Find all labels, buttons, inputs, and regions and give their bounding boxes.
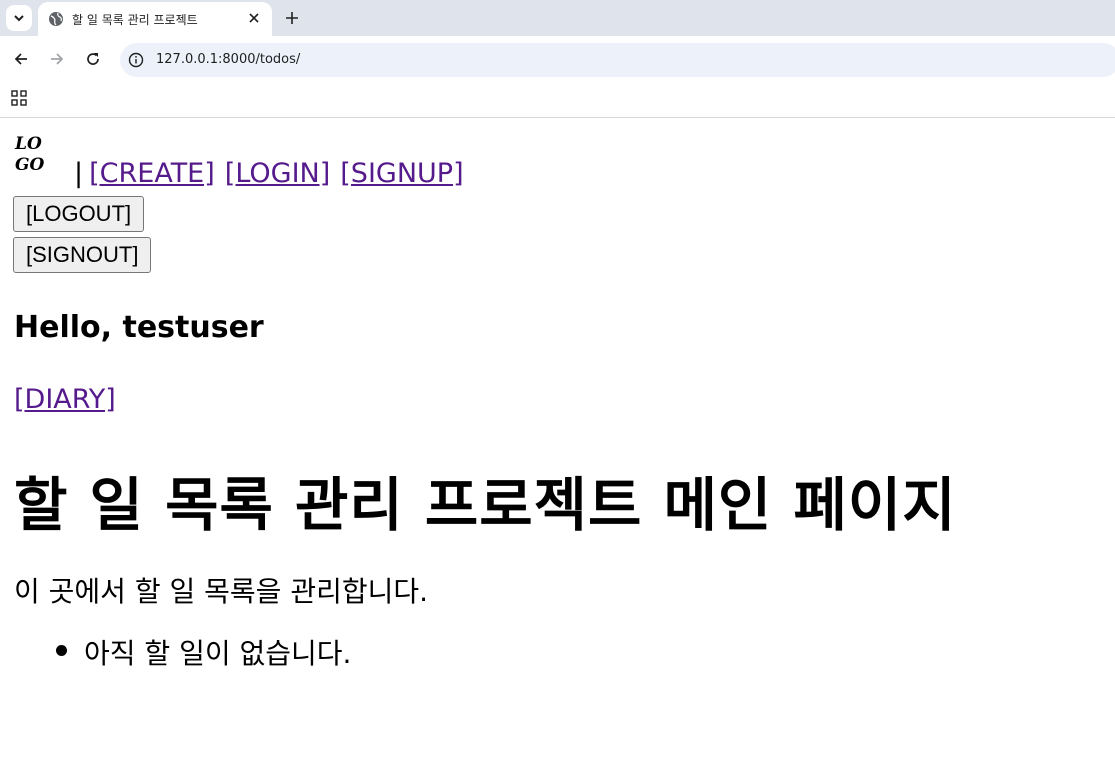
greeting-heading: Hello, testuser: [14, 310, 264, 345]
reload-button[interactable]: [82, 48, 104, 70]
chevron-down-icon: [14, 15, 24, 22]
close-tab-button[interactable]: [246, 10, 262, 26]
diary-link[interactable]: [DIARY]: [14, 384, 116, 415]
plus-icon: [286, 12, 298, 24]
page-title: 할 일 목록 관리 프로젝트 메인 페이지: [14, 471, 957, 539]
address-bar[interactable]: 127.0.0.1:8000/todos/: [120, 43, 1115, 77]
nav-separator: |: [74, 158, 84, 189]
globe-icon: [49, 12, 63, 26]
tab-strip: 할 일 목록 관리 프로젝트: [0, 0, 1115, 36]
bullet-icon: [56, 645, 67, 656]
signout-button[interactable]: [SIGNOUT]: [13, 237, 152, 273]
page-description: 이 곳에서 할 일 목록을 관리합니다.: [14, 575, 429, 608]
list-item: 아직 할 일이 없습니다.: [50, 632, 351, 672]
browser-toolbar: 127.0.0.1:8000/todos/: [0, 36, 1115, 84]
logo-line-2: GO: [15, 155, 45, 175]
bookmarks-bar: [0, 84, 1115, 118]
top-nav: | [CREATE] [LOGIN] [SIGNUP]: [74, 158, 464, 189]
login-link[interactable]: [LOGIN]: [225, 158, 330, 189]
tab-search-button[interactable]: [6, 5, 32, 31]
url-text[interactable]: 127.0.0.1:8000/todos/: [156, 52, 300, 67]
create-link[interactable]: [CREATE]: [89, 158, 215, 189]
arrow-left-icon: [14, 53, 27, 65]
back-button[interactable]: [10, 48, 32, 70]
logo-line-1: LO: [15, 134, 42, 154]
info-icon[interactable]: [128, 52, 144, 68]
page-content: LO GO | [CREATE] [LOGIN] [SIGNUP] [LOGOUT] …: [0, 118, 1115, 757]
tab-title: 할 일 목록 관리 프로젝트: [72, 13, 198, 27]
close-icon: [249, 13, 259, 23]
todo-empty-message: 아직 할 일이 없습니다.: [84, 637, 352, 670]
logout-button[interactable]: [LOGOUT]: [13, 196, 145, 232]
forward-button[interactable]: [46, 48, 68, 70]
reload-icon: [87, 53, 99, 65]
arrow-right-icon: [51, 53, 64, 65]
active-tab[interactable]: 할 일 목록 관리 프로젝트: [38, 2, 272, 36]
new-tab-button[interactable]: [282, 8, 302, 28]
signup-link[interactable]: [SIGNUP]: [340, 158, 463, 189]
todo-list: 아직 할 일이 없습니다.: [50, 632, 351, 672]
logo: LO GO: [15, 134, 65, 178]
apps-grid-icon[interactable]: [11, 90, 27, 106]
